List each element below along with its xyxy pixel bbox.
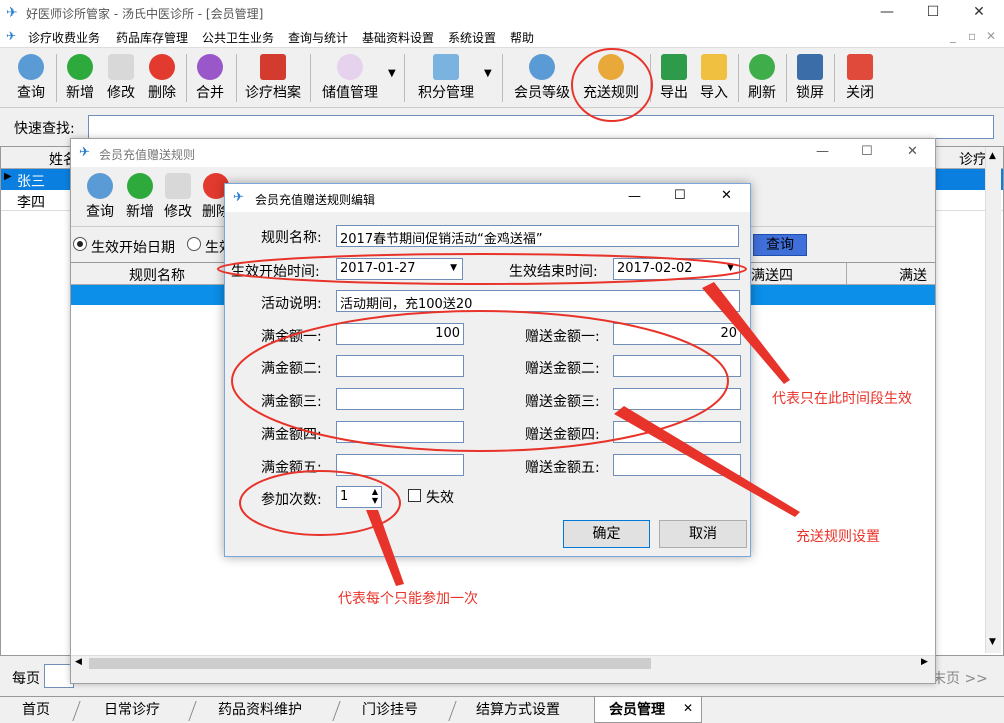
annotation-arrow-dates	[702, 282, 790, 384]
tab-drug-maintenance[interactable]: 药品资料维护	[218, 699, 302, 723]
annotation-overlay	[217, 48, 800, 586]
annotation-text-rule-setting: 充送规则设置	[796, 529, 880, 545]
annotation-circle-rule-button	[571, 48, 653, 122]
tab-home[interactable]: 首页	[22, 699, 50, 723]
tab-daily-diagnosis[interactable]: 日常诊疗	[104, 699, 160, 723]
annotation-text-date-range: 代表只在此时间段生效	[772, 391, 912, 407]
close-icon[interactable]: ✕	[683, 701, 693, 715]
bottom-tab-bar: 首页 日常诊疗 药品资料维护 门诊挂号 结算方式设置 会员管理 ✕	[0, 696, 1004, 723]
tab-member-management[interactable]: 会员管理 ✕	[594, 697, 702, 723]
tab-member-management-label: 会员管理	[609, 702, 665, 718]
tab-payment-settings[interactable]: 结算方式设置	[476, 699, 560, 723]
tab-registration[interactable]: 门诊挂号	[362, 699, 418, 723]
annotation-text-once: 代表每个只能参加一次	[338, 591, 478, 607]
annotation-arrow-rules	[614, 406, 800, 517]
annotation-ellipse-dates	[217, 253, 747, 285]
